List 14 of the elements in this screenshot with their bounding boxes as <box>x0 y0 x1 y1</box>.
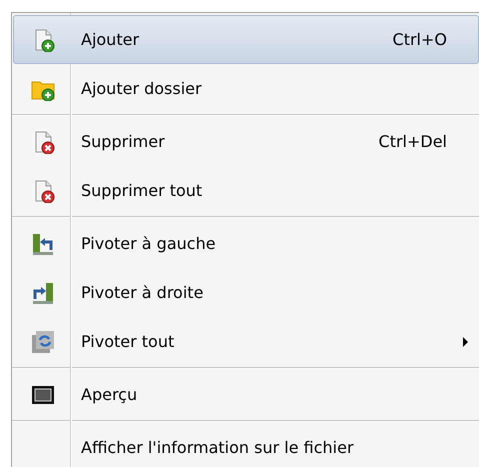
rotate-left-icon <box>30 232 54 256</box>
menu-item[interactable]: Supprimer tout <box>13 166 479 215</box>
menu-item[interactable]: Afficher l'information sur le fichier <box>13 423 479 467</box>
menu-item[interactable]: Supprimer Ctrl+Del <box>13 117 479 166</box>
menu-item[interactable]: Ajouter Ctrl+O <box>13 15 479 64</box>
shortcut-label: Ctrl+Del <box>378 132 447 151</box>
menu-item[interactable]: Pivoter tout <box>13 317 479 366</box>
rotate-all-icon <box>30 330 54 354</box>
shortcut-label: Ctrl+O <box>392 30 447 49</box>
menu-item[interactable]: Aperçu <box>13 370 479 419</box>
rotate-right-icon <box>30 280 54 304</box>
menu-item[interactable]: Pivoter à droite <box>13 268 479 317</box>
menu-item[interactable]: Pivoter à gauche <box>13 219 479 268</box>
menu-item[interactable]: Ajouter dossier <box>13 64 479 113</box>
